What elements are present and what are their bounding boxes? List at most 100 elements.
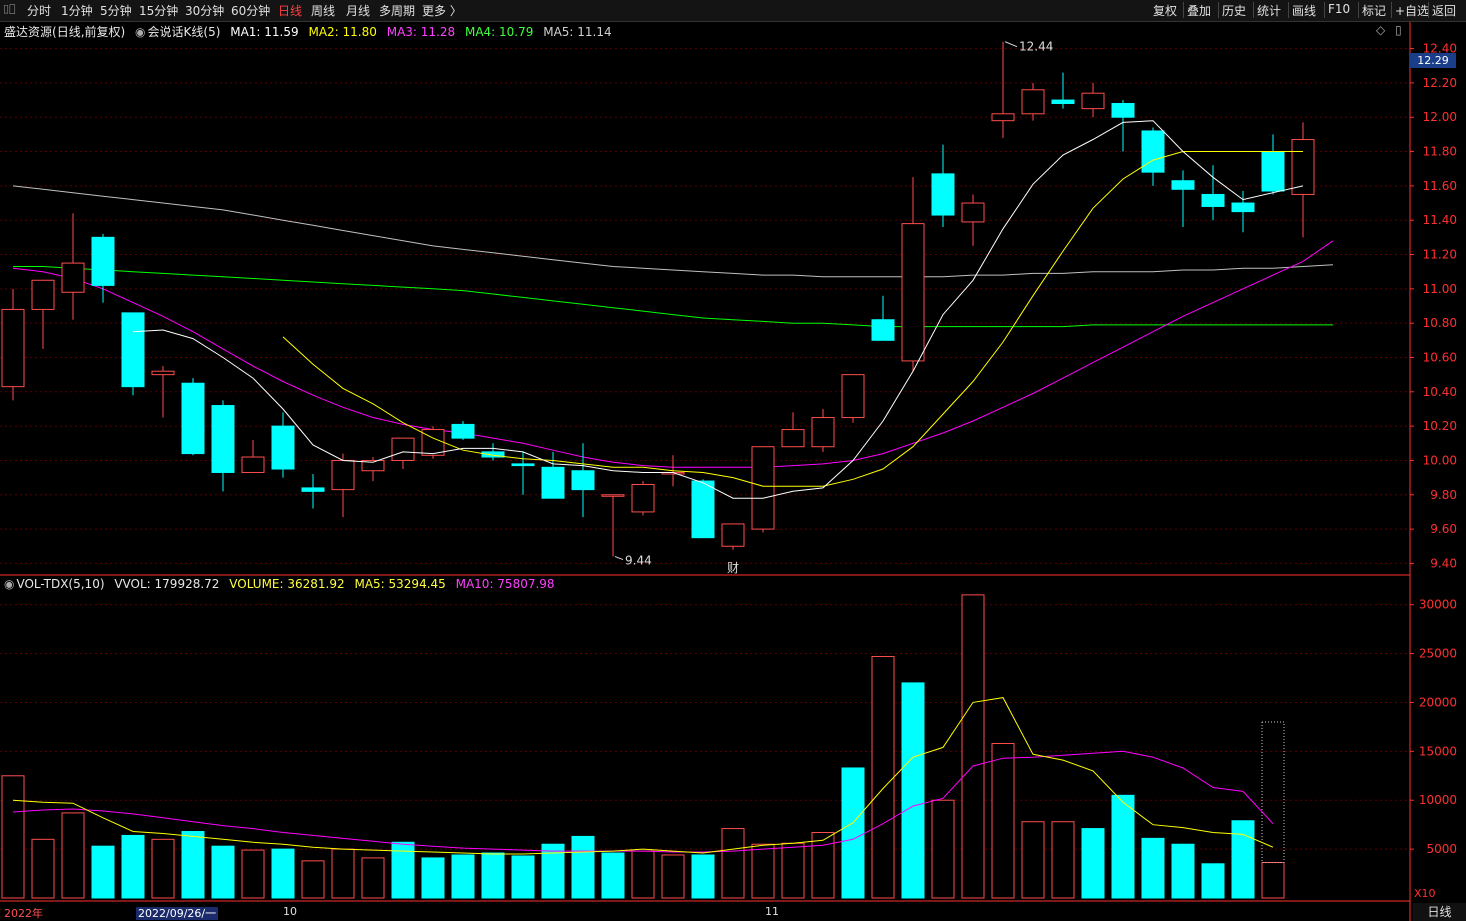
- candle-body[interactable]: [691, 480, 715, 539]
- ma5-line: [12, 185, 1334, 278]
- price-tick-label: 10.60: [1423, 350, 1457, 364]
- candle-body[interactable]: [991, 113, 1015, 122]
- volume-bar[interactable]: [1171, 843, 1195, 899]
- candle-body[interactable]: [781, 429, 805, 448]
- volume-tick-label: 30000: [1419, 598, 1457, 612]
- ma3-line: [12, 240, 1334, 468]
- candle-body[interactable]: [211, 405, 235, 473]
- candle-body[interactable]: [721, 523, 745, 547]
- price-tick-label: 9.80: [1430, 488, 1457, 502]
- volume-bar[interactable]: [91, 845, 115, 899]
- candle-body[interactable]: [931, 173, 955, 216]
- volume-bar[interactable]: [1081, 828, 1105, 899]
- volume-bar[interactable]: [361, 857, 385, 899]
- candle-body[interactable]: [1231, 202, 1255, 213]
- candle-body[interactable]: [301, 487, 325, 492]
- volume-bar[interactable]: [751, 843, 775, 899]
- candle-body[interactable]: [961, 202, 985, 223]
- volume-bar[interactable]: [121, 834, 145, 899]
- candle-body[interactable]: [511, 463, 535, 467]
- stock-chart-canvas[interactable]: 12.4012.2012.0011.8011.6011.4011.2011.00…: [0, 0, 1466, 921]
- volume-bar[interactable]: [1141, 837, 1165, 899]
- candle-body[interactable]: [241, 456, 265, 473]
- candle-body[interactable]: [271, 425, 295, 470]
- candle-body[interactable]: [541, 466, 565, 499]
- event-marker[interactable]: 财: [727, 561, 739, 575]
- price-tick-label: 11.20: [1423, 248, 1457, 262]
- volume-bar[interactable]: [601, 852, 625, 899]
- candle-body[interactable]: [1081, 92, 1105, 110]
- volume-bar[interactable]: [481, 852, 505, 899]
- period-corner-label[interactable]: 日线: [1413, 903, 1466, 921]
- volume-bar[interactable]: [181, 831, 205, 899]
- date-label-oct: 10: [283, 905, 297, 918]
- candle-body[interactable]: [871, 319, 895, 341]
- volume-bar[interactable]: [901, 682, 925, 899]
- volume-bar[interactable]: [661, 854, 685, 899]
- volume-bar[interactable]: [241, 849, 265, 899]
- volume-bar[interactable]: [1051, 821, 1075, 899]
- candle-body[interactable]: [811, 417, 835, 448]
- current-price-tag: 12.29: [1410, 53, 1456, 68]
- candle-body[interactable]: [1201, 193, 1225, 207]
- ma1-line: [132, 120, 1304, 499]
- volume-bar[interactable]: [301, 860, 325, 899]
- volume-bar[interactable]: [211, 845, 235, 899]
- candle-body[interactable]: [451, 423, 475, 439]
- volume-bar[interactable]: [1, 775, 25, 899]
- date-label-year: 2022年: [4, 907, 43, 920]
- candle-body[interactable]: [571, 470, 595, 491]
- volume-tick-label: 25000: [1419, 647, 1457, 661]
- volume-bar[interactable]: [811, 831, 835, 899]
- volume-bar[interactable]: [961, 594, 985, 899]
- volume-bar[interactable]: [271, 848, 295, 899]
- candle-body[interactable]: [751, 446, 775, 530]
- price-tick-label: 10.20: [1423, 419, 1457, 433]
- candle-body[interactable]: [1051, 99, 1075, 104]
- volume-bar[interactable]: [1111, 794, 1135, 899]
- volume-bar[interactable]: [871, 655, 895, 899]
- candle-body[interactable]: [841, 374, 865, 419]
- candle-body[interactable]: [391, 437, 415, 461]
- volume-bar[interactable]: [151, 838, 175, 899]
- candle-body[interactable]: [121, 312, 145, 388]
- candle-body[interactable]: [1, 308, 25, 388]
- volume-bar[interactable]: [691, 854, 715, 899]
- candle-body[interactable]: [1141, 130, 1165, 173]
- candle-body[interactable]: [1111, 102, 1135, 118]
- candle-body[interactable]: [331, 459, 355, 491]
- volume-bar[interactable]: [571, 835, 595, 899]
- volume-bar[interactable]: [841, 767, 865, 899]
- volume-bar[interactable]: [931, 799, 955, 899]
- candle-body[interactable]: [91, 236, 115, 286]
- volume-bar[interactable]: [451, 854, 475, 899]
- volume-bar[interactable]: [1231, 820, 1255, 899]
- price-tick-label: 10.40: [1423, 385, 1457, 399]
- candle-body[interactable]: [631, 483, 655, 513]
- volume-tick-label: 15000: [1419, 744, 1457, 758]
- candle-body[interactable]: [61, 262, 85, 293]
- low-annotation: 9.44: [625, 554, 652, 568]
- volume-bar[interactable]: [1021, 821, 1045, 899]
- candle-body[interactable]: [181, 382, 205, 455]
- candle-body[interactable]: [421, 429, 445, 456]
- volume-bar[interactable]: [1201, 863, 1225, 899]
- volume-bar[interactable]: [31, 838, 55, 899]
- candle-body[interactable]: [1171, 180, 1195, 190]
- volume-bar[interactable]: [511, 855, 535, 899]
- volume-bar[interactable]: [781, 842, 805, 899]
- candle-body[interactable]: [601, 494, 625, 497]
- candle-body[interactable]: [31, 279, 55, 310]
- low-annotation-arrow: [614, 556, 624, 561]
- volume-bar[interactable]: [631, 850, 655, 899]
- volume-bar[interactable]: [991, 743, 1015, 899]
- volume-bar[interactable]: [61, 812, 85, 899]
- candle-body[interactable]: [1021, 89, 1045, 115]
- volume-bar[interactable]: [1261, 862, 1285, 899]
- candle-body[interactable]: [151, 370, 175, 376]
- candle-body[interactable]: [1261, 151, 1285, 192]
- volume-bar[interactable]: [331, 848, 355, 899]
- volume-bar[interactable]: [421, 857, 445, 899]
- volume-bar[interactable]: [721, 828, 745, 899]
- candle-body[interactable]: [901, 223, 925, 362]
